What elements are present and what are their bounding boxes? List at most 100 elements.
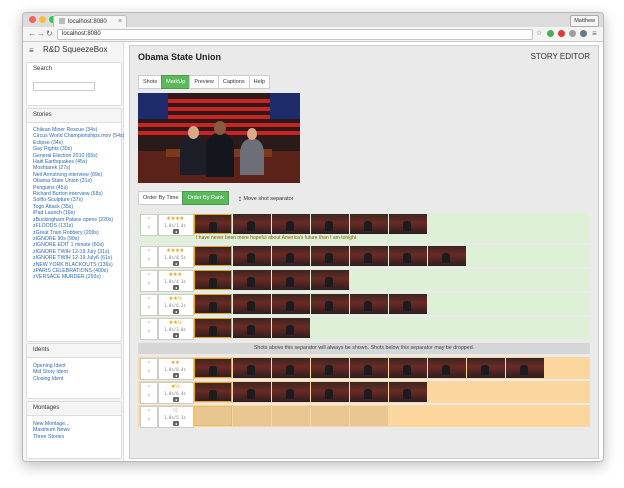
move-up-button[interactable]: ↑ [141,407,157,415]
move-up-button[interactable]: ↑ [141,319,157,327]
shot-frame-thumbnail[interactable] [233,246,271,266]
shot-frame-thumbnail[interactable] [389,382,427,402]
shot-frame-thumbnail[interactable] [311,214,349,234]
shot-frame-thumbnail[interactable] [389,246,427,266]
search-input[interactable] [33,82,95,91]
shot-frame-thumbnail[interactable] [194,358,232,378]
shot-frame-thumbnail[interactable] [350,246,388,266]
shot-frame-thumbnail[interactable] [389,294,427,314]
shot-frame-thumbnail[interactable] [233,406,271,426]
window-minimize-button[interactable] [39,16,46,23]
shot-frame-thumbnail[interactable] [272,214,310,234]
url-field[interactable]: localhost:8080 [57,29,533,40]
move-down-button[interactable]: ↓ [141,327,157,335]
shot-frame-thumbnail[interactable] [311,406,349,426]
shot-frame-thumbnail[interactable] [350,406,388,426]
shot-frame-thumbnail[interactable] [194,294,232,314]
shot-frame-thumbnail[interactable] [233,214,271,234]
shot-frame-thumbnail[interactable] [350,358,388,378]
shot-frame-thumbnail[interactable] [350,294,388,314]
video-preview[interactable] [138,93,300,183]
rating-stars[interactable]: ½ [159,408,191,414]
story-link[interactable]: zIGNORE TWIH 12-19 July6 (61s) [27,255,121,261]
shot-frame-thumbnail[interactable] [311,358,349,378]
rating-stars[interactable]: ★★★★ [159,216,191,222]
shot-frame-thumbnail[interactable] [272,246,310,266]
shot-frame-thumbnail[interactable] [194,318,232,338]
shot-separator-bar[interactable]: Shots above this separator will always b… [138,343,590,354]
window-close-button[interactable] [29,16,36,23]
shot-frame-thumbnail[interactable] [233,294,271,314]
order-by-time-button[interactable]: Order By Time [138,191,184,205]
extension-icon[interactable] [580,30,587,37]
move-down-button[interactable]: ↓ [141,391,157,399]
tab-preview[interactable]: Preview [189,75,219,89]
shot-frame-thumbnail[interactable] [272,406,310,426]
bookmark-star-icon[interactable]: ☆ [536,29,542,39]
rating-stars[interactable]: ★½ [159,384,191,390]
tab-help[interactable]: Help [248,75,270,89]
rating-stars[interactable]: ★★½ [159,320,191,326]
shot-frame-thumbnail[interactable] [194,406,232,426]
move-down-button[interactable]: ↓ [141,303,157,311]
shot-frame-thumbnail[interactable] [428,246,466,266]
shot-frame-thumbnail[interactable] [506,358,544,378]
move-down-button[interactable]: ↓ [141,223,157,231]
story-link[interactable]: zVERSACE MURDER (293s) [27,274,121,280]
ident-link[interactable]: Closing Ident [27,376,121,382]
reload-icon[interactable]: ↻ [46,29,53,39]
shot-frame-thumbnail[interactable] [350,382,388,402]
move-down-button[interactable]: ↓ [141,367,157,375]
rating-stars[interactable]: ★★½ [159,296,191,302]
speaker-icon[interactable]: ◂ [173,421,179,426]
shot-frame-thumbnail[interactable] [194,214,232,234]
order-by-rank-button[interactable]: Order By Rank [182,191,229,205]
rating-stars[interactable]: ★★★★ [159,248,191,254]
rating-stars[interactable]: ★★ [159,360,191,366]
speaker-icon[interactable]: ◂ [173,373,179,378]
rating-stars[interactable]: ★★★ [159,272,191,278]
shot-frame-thumbnail[interactable] [311,270,349,290]
move-up-button[interactable]: ↑ [141,295,157,303]
move-up-button[interactable]: ↑ [141,215,157,223]
shot-frame-thumbnail[interactable] [389,358,427,378]
speaker-icon[interactable]: ◂ [173,285,179,290]
move-up-button[interactable]: ↑ [141,359,157,367]
shot-frame-thumbnail[interactable] [350,214,388,234]
shot-frame-thumbnail[interactable] [428,358,466,378]
extension-icon[interactable] [569,30,576,37]
shot-frame-thumbnail[interactable] [311,382,349,402]
shot-frame-thumbnail[interactable] [233,358,271,378]
shot-frame-thumbnail[interactable] [194,246,232,266]
shot-frame-thumbnail[interactable] [233,270,271,290]
shot-frame-thumbnail[interactable] [272,270,310,290]
shot-frame-thumbnail[interactable] [467,358,505,378]
shot-frame-thumbnail[interactable] [311,294,349,314]
story-link[interactable]: Circus World Championships.mov (54s) [27,133,124,139]
move-down-button[interactable]: ↓ [141,255,157,263]
move-down-button[interactable]: ↓ [141,279,157,287]
hamburger-menu-icon[interactable]: ≡ [29,46,34,55]
shot-frame-thumbnail[interactable] [233,382,271,402]
profile-button[interactable]: Matthew [570,15,599,27]
tab-shots[interactable]: Shots [138,75,163,89]
shot-frame-thumbnail[interactable] [272,294,310,314]
extension-icon[interactable] [558,30,565,37]
montage-link[interactable]: Three Stories [27,434,121,440]
shot-frame-thumbnail[interactable] [194,270,232,290]
move-up-button[interactable]: ↑ [141,271,157,279]
speaker-icon[interactable]: ◂ [173,309,179,314]
back-arrow-icon[interactable]: ← [28,29,36,39]
speaker-icon[interactable]: ◂ [173,261,179,266]
forward-arrow-icon[interactable]: → [37,29,45,39]
speaker-icon[interactable]: ◂ [173,397,179,402]
shot-frame-thumbnail[interactable] [272,318,310,338]
speaker-icon[interactable]: ◂ [173,333,179,338]
tab-markup[interactable]: MarkUp [161,75,191,89]
shot-frame-thumbnail[interactable] [233,318,271,338]
move-down-button[interactable]: ↓ [141,415,157,423]
speaker-icon[interactable]: ◂ [173,229,179,234]
shot-frame-thumbnail[interactable] [194,382,232,402]
extension-icon[interactable] [547,30,554,37]
move-up-button[interactable]: ↑ [141,383,157,391]
